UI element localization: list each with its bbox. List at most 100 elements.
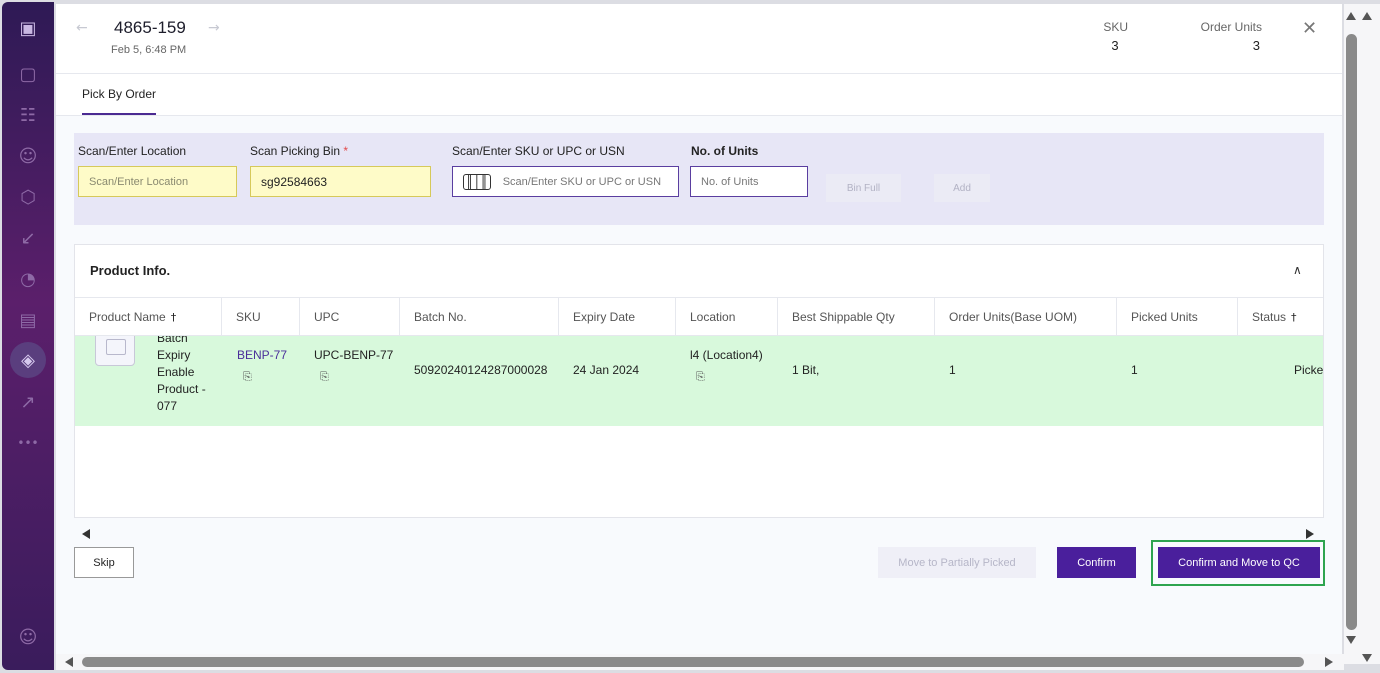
horizontal-scrollbar-thumb[interactable]	[82, 657, 1304, 667]
table-scroll-right-icon[interactable]	[1306, 529, 1314, 539]
pick-modal: ← 4865-159 → Feb 5, 6:48 PM SKU 3 Order …	[56, 4, 1342, 654]
units-placeholder: No. of Units	[701, 175, 759, 188]
pin-icon[interactable]: †	[171, 311, 177, 324]
batch-no-cell: 50920240124287000028	[414, 363, 548, 377]
copy-icon[interactable]: ⎘	[320, 370, 393, 384]
product-info-card: Product Info. ∧ Product Name † SKU UPC Ba…	[74, 244, 1324, 518]
location-placeholder: Scan/Enter Location	[89, 175, 189, 188]
move-to-partially-picked-button[interactable]: Move to Partially Picked	[878, 547, 1036, 578]
expiry-date-cell: 24 Jan 2024	[573, 363, 640, 377]
col-status-label: Status	[1252, 310, 1287, 324]
order-units-cell: 1	[949, 363, 956, 377]
col-upc[interactable]: UPC	[300, 298, 400, 336]
product-info-title: Product Info.	[90, 263, 171, 278]
next-order-icon[interactable]: →	[208, 20, 220, 36]
sku-scan-label: Scan/Enter SKU or UPC or USN	[452, 144, 625, 158]
inbound-icon[interactable]: ↙	[16, 226, 40, 250]
col-product-name-label: Product Name	[89, 310, 166, 324]
tab-pick-by-order[interactable]: Pick By Order	[82, 87, 157, 115]
picking-bin-input[interactable]: sg92584663	[250, 166, 431, 197]
col-product-name[interactable]: Product Name †	[75, 298, 222, 336]
sku-cell: BENP-77 ⎘	[237, 348, 287, 384]
app-sidebar: ▣ ▢ ☷ ☺ ⬡ ↙ ◔ ▤ ◈ ↗ ••• ☺	[2, 2, 54, 670]
sku-scan-input[interactable]: ║│║ Scan/Enter SKU or UPC or USN	[452, 166, 679, 197]
chart-icon[interactable]: ◔	[16, 267, 40, 291]
location-cell: l4 (Location4) ⎘	[690, 348, 763, 384]
truck-icon[interactable]: ▤	[16, 308, 40, 332]
sku-stat-value: 3	[1111, 38, 1119, 53]
collapse-chevron-icon[interactable]: ∧	[1293, 263, 1302, 277]
location-label: Scan/Enter Location	[78, 144, 187, 158]
bin-label-text: Scan Picking Bin	[250, 144, 341, 158]
tab-bar: Pick By Order	[56, 74, 1342, 116]
col-batch-no[interactable]: Batch No.	[400, 298, 559, 336]
picking-bin-value: sg92584663	[261, 174, 328, 189]
col-sku[interactable]: SKU	[222, 298, 300, 336]
vertical-scrollbar-thumb[interactable]	[1346, 34, 1357, 630]
close-icon[interactable]: ✕	[1302, 18, 1317, 39]
scroll-up-icon[interactable]	[1346, 12, 1356, 20]
table-row[interactable]: Batch Expiry Enable Product - 077 BENP-7…	[75, 336, 1323, 426]
pin-icon[interactable]: †	[1291, 311, 1297, 324]
order-units-stat: Order Units 3	[1196, 20, 1262, 53]
confirm-button[interactable]: Confirm	[1057, 547, 1136, 578]
order-id: 4865-159	[114, 18, 186, 37]
external-link-icon[interactable]: ↗	[16, 390, 40, 414]
product-image-placeholder-icon	[95, 336, 135, 366]
location-input[interactable]: Scan/Enter Location	[78, 166, 237, 197]
units-label: No. of Units	[691, 144, 759, 158]
sku-stat-label: SKU	[1103, 20, 1128, 34]
table-header: Product Name † SKU UPC Batch No. Expiry D…	[75, 297, 1323, 336]
upc-value: UPC-BENP-77	[314, 348, 394, 362]
prev-order-icon[interactable]: ←	[76, 20, 88, 36]
product-name-line: Enable	[157, 365, 195, 379]
table-scroll-left-icon[interactable]	[82, 529, 90, 539]
picked-units-cell: 1	[1131, 363, 1138, 377]
location-value: l4 (Location4)	[690, 348, 763, 362]
scroll-down-icon[interactable]	[1362, 654, 1372, 662]
sku-link[interactable]: BENP-77	[237, 348, 287, 362]
product-name-line: Expiry	[157, 348, 191, 362]
order-date: Feb 5, 6:48 PM	[111, 44, 187, 56]
add-button[interactable]: Add	[934, 174, 990, 202]
confirm-and-move-to-qc-button[interactable]: Confirm and Move to QC	[1158, 547, 1320, 578]
col-location[interactable]: Location	[676, 298, 778, 336]
sku-scan-placeholder: Scan/Enter SKU or UPC or USN	[502, 175, 662, 188]
upc-cell: UPC-BENP-77 ⎘	[314, 348, 393, 384]
scan-bar: Scan/Enter Location Scan/Enter Location …	[74, 133, 1324, 225]
order-units-stat-label: Order Units	[1200, 20, 1262, 34]
users-icon[interactable]: ☺	[16, 144, 40, 168]
layers-icon[interactable]: ◈	[10, 342, 46, 378]
bin-full-button[interactable]: Bin Full	[826, 174, 901, 202]
more-icon[interactable]: •••	[16, 431, 40, 455]
units-input[interactable]: No. of Units	[690, 166, 808, 197]
sku-stat: SKU 3	[1102, 20, 1128, 53]
scroll-up-icon[interactable]	[1362, 12, 1372, 20]
col-order-units[interactable]: Order Units(Base UOM)	[935, 298, 1117, 336]
col-picked-units[interactable]: Picked Units	[1117, 298, 1238, 336]
profile-icon[interactable]: ☺	[16, 625, 40, 649]
skip-button[interactable]: Skip	[74, 547, 134, 578]
product-name-line: Batch	[157, 336, 188, 345]
col-best-shippable-qty[interactable]: Best Shippable Qty	[778, 298, 935, 336]
dashboard-icon[interactable]: ▢	[16, 62, 40, 86]
bin-label: Scan Picking Bin *	[250, 144, 348, 158]
product-name-line: Product -	[157, 382, 206, 396]
copy-icon[interactable]: ⎘	[696, 370, 763, 384]
product-name-line: 077	[157, 399, 178, 413]
best-shippable-qty-cell: 1 Bit,	[792, 363, 820, 377]
order-units-stat-value: 3	[1252, 38, 1260, 53]
scroll-down-icon[interactable]	[1346, 636, 1356, 644]
scroll-left-icon[interactable]	[65, 657, 73, 667]
barcode-icon: ║│║	[463, 173, 491, 190]
box-icon[interactable]: ⬡	[16, 185, 40, 209]
product-name-cell: Batch Expiry Enable Product - 077	[157, 336, 206, 415]
copy-icon[interactable]: ⎘	[243, 370, 287, 384]
modal-header: ← 4865-159 → Feb 5, 6:48 PM SKU 3 Order …	[56, 4, 1342, 74]
logo-icon[interactable]: ▣	[16, 16, 40, 40]
grid-icon[interactable]: ☷	[16, 103, 40, 127]
col-expiry-date[interactable]: Expiry Date	[559, 298, 676, 336]
scroll-right-icon[interactable]	[1325, 657, 1333, 667]
required-mark: *	[343, 144, 349, 158]
col-status[interactable]: Status †	[1238, 298, 1324, 336]
